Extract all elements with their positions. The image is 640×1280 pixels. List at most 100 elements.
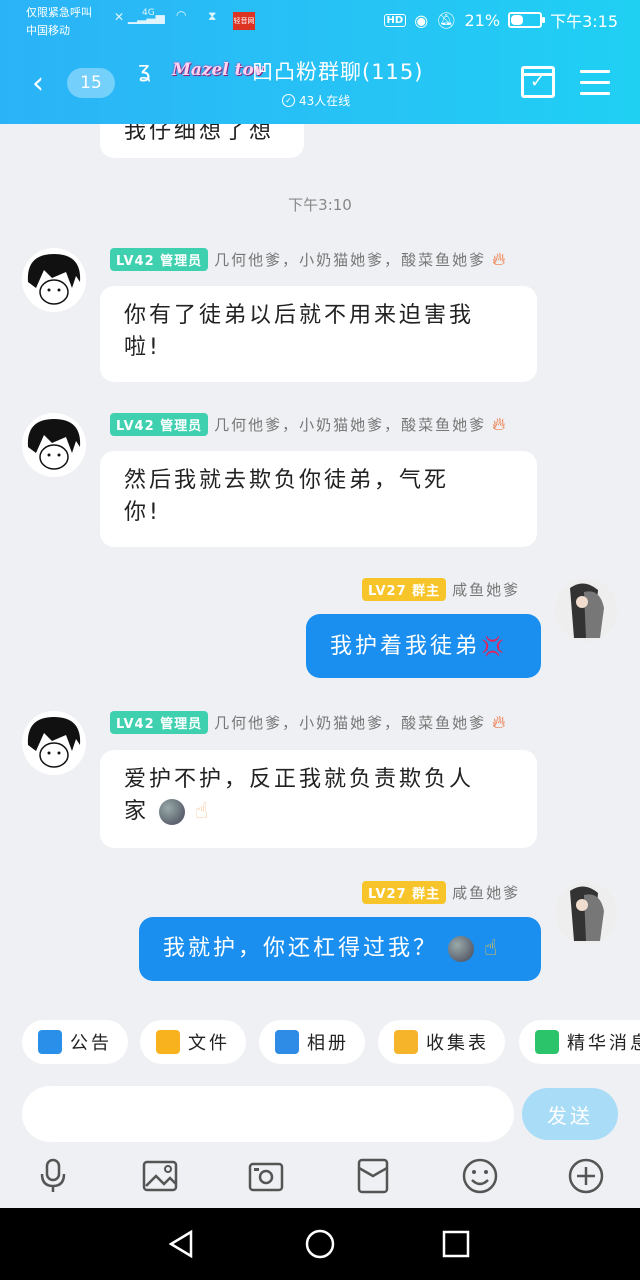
carrier-name: 中国移动 <box>26 24 70 37</box>
sender-meta: LV42 管理员 几何他爹，小奶猫她爹，酸菜鱼她爹 🔥︎ <box>110 248 507 271</box>
nav-recents-icon[interactable] <box>440 1228 472 1260</box>
input-row: 发送 <box>0 1080 640 1150</box>
avatar[interactable] <box>554 578 618 642</box>
avatar[interactable] <box>22 711 86 775</box>
sender-name[interactable]: 咸鱼她爹 <box>452 579 520 600</box>
app-notification-icon: 轻音网 <box>233 12 255 30</box>
message-text: 我护着我徒弟 <box>330 634 481 659</box>
form-button[interactable]: 收集表 <box>378 1020 505 1064</box>
sender-name[interactable]: 几何他爹，小奶猫她爹，酸菜鱼她爹 <box>214 414 486 435</box>
network-type: 4G <box>142 8 155 18</box>
online-count-label: 43人在线 <box>299 94 351 108</box>
files-label: 文件 <box>188 1033 230 1054</box>
eye-icon: ◉ <box>414 10 429 30</box>
clock: 下午3:15 <box>550 12 618 31</box>
sender-name[interactable]: 几何他爹，小奶猫她爹，酸菜鱼她爹 <box>214 249 486 270</box>
bell-off-icon: 🔕︎ <box>436 10 457 30</box>
add-icon[interactable] <box>566 1156 606 1196</box>
files-button[interactable]: 文件 <box>140 1020 246 1064</box>
sender-name[interactable]: 几何他爹，小奶猫她爹，酸菜鱼她爹 <box>214 712 486 733</box>
top-bar: 仅限紧急呼叫 中国移动 ✕ ▁▂▃▅ 4G ◠ ⧗ 轻音网 HD ◉ 🔕︎ 21… <box>0 0 640 124</box>
group-brand-logo: Mazel tov <box>172 60 264 80</box>
message-bubble[interactable]: 我护着我徒弟💢︎ <box>306 614 541 678</box>
announcement-label: 公告 <box>70 1033 112 1054</box>
message-bubble[interactable]: 你有了徒弟以后就不用来迫害我 啦! <box>100 286 537 382</box>
folder-icon <box>156 1030 180 1054</box>
essence-label: 精华消息 <box>567 1033 640 1054</box>
status-right: HD ◉ 🔕︎ 21% 下午3:15 <box>383 8 618 32</box>
ear-icon[interactable]: ʓ <box>138 58 151 83</box>
hourglass-icon: ⧗ <box>208 9 217 23</box>
album-label: 相册 <box>307 1033 349 1054</box>
clipboard-icon <box>394 1030 418 1054</box>
sender-meta: LV42 管理员 几何他爹，小奶猫她爹，酸菜鱼她爹 🔥︎ <box>110 413 507 436</box>
avatar[interactable] <box>22 248 86 312</box>
essence-icon <box>535 1030 559 1054</box>
message-text: 你! <box>124 500 161 525</box>
back-icon[interactable]: ‹ <box>32 66 44 101</box>
anger-emoji-icon: 💢︎ <box>480 634 509 658</box>
emoji-icon[interactable] <box>460 1156 500 1196</box>
message-input[interactable] <box>22 1086 514 1142</box>
fire-icon: 🔥︎ <box>492 414 508 435</box>
send-button[interactable]: 发送 <box>522 1088 618 1140</box>
image-icon[interactable] <box>140 1156 180 1196</box>
message-text: 你有了徒弟以后就不用来迫害我 <box>124 303 475 328</box>
chat-area[interactable]: 我仔细想了想 下午3:10 LV42 管理员 几何他爹，小奶猫她爹，酸菜鱼她爹 … <box>0 124 640 1010</box>
message-bubble[interactable]: 我就护，你还杠得过我？ ☝︎ <box>139 917 541 981</box>
level-badge: LV42 管理员 <box>110 248 209 271</box>
camera-icon[interactable] <box>246 1156 286 1196</box>
wifi-icon: ◠ <box>176 8 187 22</box>
message-text: 我仔细想了想 <box>124 124 275 144</box>
message-bubble[interactable]: 爱护不护，反正我就负责欺负人 家 ☝︎ <box>100 750 537 848</box>
carrier-emergency: 仅限紧急呼叫 <box>26 6 92 19</box>
sender-meta: LV27 群主 咸鱼她爹 <box>362 578 520 601</box>
announcement-icon <box>38 1030 62 1054</box>
dark-moon-emoji-icon <box>159 799 186 825</box>
album-button[interactable]: 相册 <box>259 1020 365 1064</box>
message-text: 家 <box>124 799 150 824</box>
level-badge: LV42 管理员 <box>110 711 209 734</box>
fire-icon: 🔥︎ <box>492 712 508 733</box>
message-text: 爱护不护，反正我就负责欺负人 <box>124 767 475 792</box>
input-tools <box>0 1150 640 1208</box>
timestamp: 下午3:10 <box>288 196 352 214</box>
carrier-info: 仅限紧急呼叫 中国移动 <box>26 4 92 40</box>
middle-finger-emoji-icon: ☝︎ <box>484 936 501 961</box>
quick-actions-bar: 公告 文件 相册 收集表 精华消息 <box>0 1010 640 1080</box>
middle-finger-emoji-icon: ☝︎ <box>195 799 212 824</box>
check-circle-icon: ✓ <box>282 94 295 107</box>
online-count[interactable]: ✓ 43人在线 <box>282 92 350 109</box>
system-nav-bar <box>0 1208 640 1280</box>
announcement-button[interactable]: 公告 <box>22 1020 128 1064</box>
message-bubble[interactable]: 我仔细想了想 <box>100 124 304 158</box>
nav-home-icon[interactable] <box>304 1228 336 1260</box>
menu-icon[interactable] <box>580 70 610 103</box>
calendar-check-icon[interactable] <box>521 66 555 98</box>
avatar[interactable] <box>22 413 86 477</box>
hd-icon: HD <box>383 13 407 27</box>
message-text: 然后我就去欺负你徒弟，气死 <box>124 468 450 493</box>
sender-name[interactable]: 咸鱼她爹 <box>452 882 520 903</box>
fire-icon: 🔥︎ <box>492 249 508 270</box>
album-icon <box>275 1030 299 1054</box>
avatar[interactable] <box>554 881 618 945</box>
red-packet-icon[interactable] <box>353 1156 393 1196</box>
essence-button[interactable]: 精华消息 <box>519 1020 640 1064</box>
unread-badge[interactable]: 15 <box>67 68 115 98</box>
nav-back-icon[interactable] <box>166 1228 198 1260</box>
status-bar: 仅限紧急呼叫 中国移动 ✕ ▁▂▃▅ 4G ◠ ⧗ 轻音网 HD ◉ 🔕︎ 21… <box>0 0 640 44</box>
group-title[interactable]: 凹凸粉群聊(115) <box>252 56 423 86</box>
form-label: 收集表 <box>426 1033 489 1054</box>
level-badge: LV42 管理员 <box>110 413 209 436</box>
message-text: 啦! <box>124 335 161 360</box>
chat-header: ‹ 15 ʓ Mazel tov 凹凸粉群聊(115) ✓ 43人在线 <box>0 44 640 124</box>
battery-percent: 21% <box>464 10 501 30</box>
level-badge: LV27 群主 <box>362 881 447 904</box>
close-icon: ✕ ▁▂▃▅ <box>114 10 165 24</box>
microphone-icon[interactable] <box>33 1156 73 1196</box>
battery-icon <box>508 12 546 28</box>
message-bubble[interactable]: 然后我就去欺负你徒弟，气死 你! <box>100 451 537 547</box>
message-text: 我就护，你还杠得过我？ <box>163 936 439 961</box>
dark-moon-emoji-icon <box>448 936 475 962</box>
